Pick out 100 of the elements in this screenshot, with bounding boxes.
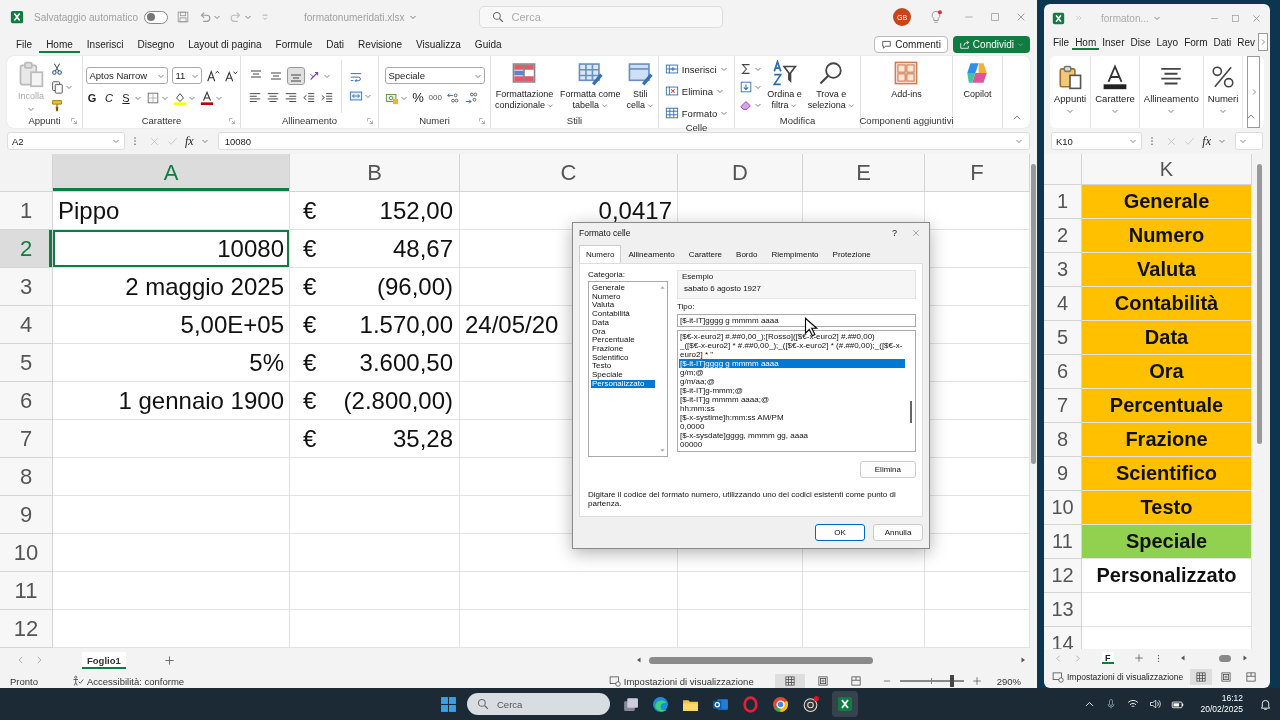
format-cells-button[interactable]: Formato: [664, 104, 729, 122]
browser-swirl-icon[interactable]: [652, 695, 669, 713]
category-item[interactable]: Generale: [591, 284, 655, 293]
copy-icon[interactable]: [50, 79, 64, 94]
display-settings-icon[interactable]: [608, 675, 621, 687]
round-browser-icon[interactable]: [772, 695, 789, 713]
formula-field[interactable]: 10080: [217, 132, 1030, 150]
caret-icon[interactable]: [715, 87, 724, 95]
row-header[interactable]: 8: [1044, 423, 1082, 457]
caret-icon[interactable]: [408, 13, 417, 21]
underline-button[interactable]: S: [119, 91, 133, 104]
menu-tab[interactable]: Inserisci: [79, 35, 131, 53]
dialog-tab[interactable]: Riempimento: [764, 245, 826, 263]
menu-tab[interactable]: File: [9, 35, 40, 53]
row-header[interactable]: 11: [1044, 525, 1082, 559]
excel-taskbar-icon[interactable]: [832, 691, 858, 717]
previous-sheet-icon[interactable]: [1054, 653, 1063, 663]
menu-tab[interactable]: Layout di pagina: [181, 35, 269, 53]
sort-filter-button[interactable]: Ordina e filtra: [766, 60, 803, 113]
align-left-icon[interactable]: [247, 90, 262, 105]
delete-button[interactable]: Elimina: [859, 461, 916, 478]
category-item[interactable]: Ora: [591, 327, 655, 337]
close-icon[interactable]: [1251, 12, 1262, 24]
cancel-button[interactable]: Annulla: [873, 524, 923, 541]
decrease-font-size-icon[interactable]: [223, 68, 238, 83]
caret-icon[interactable]: [1015, 137, 1023, 145]
next-sheet-icon[interactable]: [34, 655, 44, 665]
caret-icon[interactable]: [790, 101, 798, 109]
format-as-table-button[interactable]: Formatta come tabella: [559, 60, 622, 113]
sheet-tab[interactable]: F: [1102, 652, 1114, 664]
cancel-icon[interactable]: [149, 135, 160, 147]
caret-icon[interactable]: [112, 137, 120, 145]
row-header[interactable]: 2: [1044, 219, 1082, 253]
delete-cells-button[interactable]: Elimina: [664, 82, 729, 100]
row-header[interactable]: 5: [1044, 321, 1082, 355]
microphone-icon[interactable]: [1105, 698, 1118, 710]
column-header[interactable]: B: [290, 154, 460, 192]
bold-button[interactable]: G: [85, 91, 99, 104]
cell-styles-button[interactable]: Stili cella: [625, 60, 656, 113]
borders-icon[interactable]: [145, 90, 160, 105]
close-icon[interactable]: [1015, 11, 1027, 23]
sheet-cell[interactable]: [460, 572, 678, 610]
scrollbar-thumb[interactable]: [1218, 654, 1231, 662]
menu-tab[interactable]: Guida: [467, 35, 509, 53]
column-header[interactable]: E: [803, 154, 925, 192]
format-item[interactable]: [$-x-systime]h:mm:ss AM/PM: [679, 413, 905, 422]
insert-cells-button[interactable]: Inserisci: [664, 60, 729, 78]
category-item[interactable]: Personalizzato: [591, 379, 655, 389]
zoom-slider[interactable]: [899, 675, 964, 687]
cancel-icon[interactable]: [1166, 135, 1178, 147]
paintbrush-icon[interactable]: [50, 97, 64, 112]
ribbon-group-button[interactable]: Allineamento: [1139, 56, 1204, 128]
format-item[interactable]: hh:mm:ss: [679, 404, 905, 413]
enter-icon[interactable]: [167, 135, 178, 147]
insert-function-button[interactable]: fx: [1202, 133, 1211, 149]
font-color-icon[interactable]: [199, 90, 214, 105]
scrollbar-thumb[interactable]: [910, 401, 912, 423]
sheet-cell[interactable]: 5%: [53, 344, 290, 382]
scrollbar-thumb[interactable]: [1257, 164, 1262, 444]
row-header[interactable]: 9: [1044, 457, 1082, 491]
category-item[interactable]: Scientifico: [591, 353, 655, 363]
row-header[interactable]: 10: [0, 534, 53, 572]
collapse-ribbon-icon[interactable]: [1246, 112, 1256, 122]
sheet-cell[interactable]: [678, 572, 803, 610]
dialog-tab[interactable]: Protezione: [825, 245, 878, 263]
category-item[interactable]: Frazione: [591, 344, 655, 354]
caret-icon[interactable]: [1152, 14, 1161, 22]
scroll-ribbon-button[interactable]: [1247, 56, 1260, 128]
copilot-button[interactable]: Copilot: [962, 60, 993, 113]
scroll-left-icon[interactable]: [635, 656, 643, 664]
maximize-icon[interactable]: [1230, 12, 1241, 24]
double-chevron-icon[interactable]: [1075, 14, 1083, 22]
caret-icon[interactable]: [719, 65, 728, 73]
column-header[interactable]: F: [925, 154, 1030, 192]
caret-icon[interactable]: [200, 137, 209, 145]
caret-icon[interactable]: [212, 13, 221, 21]
sheet-cell[interactable]: Pippo: [53, 192, 290, 230]
collapse-ribbon-icon[interactable]: [1012, 113, 1022, 123]
scroll-right-icon[interactable]: [1240, 654, 1249, 662]
row-header[interactable]: 9: [0, 496, 53, 534]
format-list[interactable]: [677, 330, 916, 452]
dialog-tab[interactable]: Numero: [579, 245, 622, 263]
scrollbar-thumb[interactable]: [1031, 164, 1036, 464]
ring-browser-icon[interactable]: [742, 695, 759, 713]
italic-button[interactable]: C: [102, 91, 116, 104]
sheet-cell[interactable]: Testo: [1082, 491, 1252, 525]
decrease-indent-icon[interactable]: [301, 90, 316, 105]
fill-color-icon[interactable]: [172, 90, 187, 105]
sheet-cell[interactable]: [290, 496, 460, 534]
lightbulb-icon[interactable]: [929, 10, 943, 24]
add-sheet-icon[interactable]: [163, 654, 175, 666]
caret-icon[interactable]: [1066, 107, 1075, 115]
sheet-cell[interactable]: [53, 420, 290, 458]
sheet-cell[interactable]: 5,00E+05: [53, 306, 290, 344]
conditional-formatting-button[interactable]: Formattazione condizionale: [493, 60, 555, 113]
row-header[interactable]: 8: [0, 458, 53, 496]
slider-thumb[interactable]: [949, 675, 954, 687]
more-tabs-button[interactable]: [1258, 33, 1269, 51]
select-all-corner[interactable]: [0, 154, 53, 192]
view-settings-label[interactable]: Impostazioni di visualizzazione: [623, 675, 754, 687]
